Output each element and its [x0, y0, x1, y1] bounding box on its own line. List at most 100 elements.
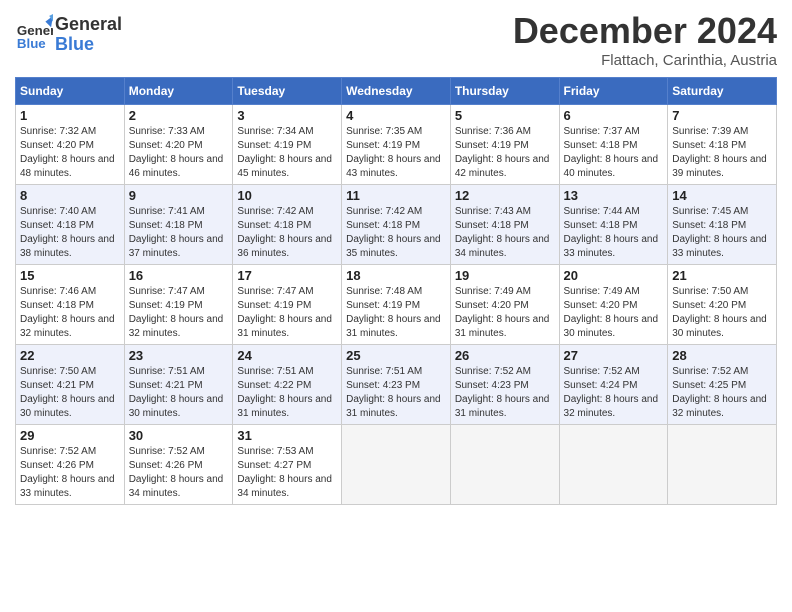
day-number: 2 — [129, 108, 229, 123]
calendar-cell: 20 Sunrise: 7:49 AMSunset: 4:20 PMDayligh… — [559, 265, 668, 345]
day-number: 22 — [20, 348, 120, 363]
calendar-cell: 2 Sunrise: 7:33 AMSunset: 4:20 PMDaylight… — [124, 105, 233, 185]
svg-text:Blue: Blue — [17, 36, 46, 51]
calendar-cell: 5 Sunrise: 7:36 AMSunset: 4:19 PMDaylight… — [450, 105, 559, 185]
month-title: December 2024 — [513, 10, 777, 52]
cell-info: Sunrise: 7:51 AMSunset: 4:21 PMDaylight:… — [129, 365, 229, 421]
calendar-cell — [559, 425, 668, 505]
calendar-week-4: 22 Sunrise: 7:50 AMSunset: 4:21 PMDayligh… — [16, 345, 777, 425]
calendar-cell: 31Sunrise: 7:53 AMSunset: 4:27 PMDayligh… — [233, 425, 342, 505]
day-number: 10 — [237, 188, 337, 203]
cell-info: Sunrise: 7:47 AMSunset: 4:19 PMDaylight:… — [237, 285, 337, 341]
calendar-week-1: 1 Sunrise: 7:32 AMSunset: 4:20 PMDaylight… — [16, 105, 777, 185]
day-number: 26 — [455, 348, 555, 363]
calendar-cell: 19Sunrise: 7:49 AMSunset: 4:20 PMDayligh… — [450, 265, 559, 345]
day-number: 23 — [129, 348, 229, 363]
calendar-cell: 10 Sunrise: 7:42 AMSunset: 4:18 PMDayligh… — [233, 185, 342, 265]
day-number: 27 — [564, 348, 664, 363]
cell-info: Sunrise: 7:45 AMSunset: 4:18 PMDaylight:… — [672, 205, 772, 261]
cell-info: Sunrise: 7:35 AMSunset: 4:19 PMDaylight:… — [346, 125, 446, 181]
day-number: 5 — [455, 108, 555, 123]
cell-info: Sunrise: 7:44 AMSunset: 4:18 PMDaylight:… — [564, 205, 664, 261]
calendar-cell: 29 Sunrise: 7:52 AMSunset: 4:26 PMDayligh… — [16, 425, 125, 505]
day-number: 8 — [20, 188, 120, 203]
header: General Blue General Blue December 2024 … — [15, 10, 777, 69]
logo-blue: Blue — [55, 35, 122, 55]
cell-info: Sunrise: 7:53 AMSunset: 4:27 PMDaylight:… — [237, 445, 337, 501]
cell-info: Sunrise: 7:40 AMSunset: 4:18 PMDaylight:… — [20, 205, 120, 261]
day-number: 21 — [672, 268, 772, 283]
cell-info: Sunrise: 7:42 AMSunset: 4:18 PMDaylight:… — [237, 205, 337, 261]
day-number: 6 — [564, 108, 664, 123]
cell-info: Sunrise: 7:34 AMSunset: 4:19 PMDaylight:… — [237, 125, 337, 181]
title-block: December 2024 Flattach, Carinthia, Austr… — [513, 10, 777, 69]
day-header-saturday: Saturday — [668, 78, 777, 105]
cell-info: Sunrise: 7:50 AMSunset: 4:20 PMDaylight:… — [672, 285, 772, 341]
cell-info: Sunrise: 7:32 AMSunset: 4:20 PMDaylight:… — [20, 125, 120, 181]
calendar-table: SundayMondayTuesdayWednesdayThursdayFrid… — [15, 77, 777, 505]
cell-info: Sunrise: 7:42 AMSunset: 4:18 PMDaylight:… — [346, 205, 446, 261]
cell-info: Sunrise: 7:52 AMSunset: 4:24 PMDaylight:… — [564, 365, 664, 421]
cell-info: Sunrise: 7:46 AMSunset: 4:18 PMDaylight:… — [20, 285, 120, 341]
cell-info: Sunrise: 7:52 AMSunset: 4:26 PMDaylight:… — [129, 445, 229, 501]
calendar-week-3: 15 Sunrise: 7:46 AMSunset: 4:18 PMDayligh… — [16, 265, 777, 345]
cell-info: Sunrise: 7:51 AMSunset: 4:22 PMDaylight:… — [237, 365, 337, 421]
calendar-cell — [450, 425, 559, 505]
calendar-cell: 23 Sunrise: 7:51 AMSunset: 4:21 PMDayligh… — [124, 345, 233, 425]
logo: General Blue General Blue — [15, 15, 122, 55]
cell-info: Sunrise: 7:49 AMSunset: 4:20 PMDaylight:… — [564, 285, 664, 341]
day-number: 15 — [20, 268, 120, 283]
cell-info: Sunrise: 7:43 AMSunset: 4:18 PMDaylight:… — [455, 205, 555, 261]
day-header-monday: Monday — [124, 78, 233, 105]
day-number: 24 — [237, 348, 337, 363]
calendar-cell: 13Sunrise: 7:44 AMSunset: 4:18 PMDayligh… — [559, 185, 668, 265]
cell-info: Sunrise: 7:33 AMSunset: 4:20 PMDaylight:… — [129, 125, 229, 181]
calendar-cell: 9 Sunrise: 7:41 AMSunset: 4:18 PMDaylight… — [124, 185, 233, 265]
cell-info: Sunrise: 7:39 AMSunset: 4:18 PMDaylight:… — [672, 125, 772, 181]
cell-info: Sunrise: 7:50 AMSunset: 4:21 PMDaylight:… — [20, 365, 120, 421]
calendar-cell: 15 Sunrise: 7:46 AMSunset: 4:18 PMDayligh… — [16, 265, 125, 345]
cell-info: Sunrise: 7:52 AMSunset: 4:26 PMDaylight:… — [20, 445, 120, 501]
cell-info: Sunrise: 7:37 AMSunset: 4:18 PMDaylight:… — [564, 125, 664, 181]
location: Flattach, Carinthia, Austria — [513, 52, 777, 69]
calendar-cell: 8 Sunrise: 7:40 AMSunset: 4:18 PMDaylight… — [16, 185, 125, 265]
day-number: 17 — [237, 268, 337, 283]
calendar-week-2: 8 Sunrise: 7:40 AMSunset: 4:18 PMDaylight… — [16, 185, 777, 265]
calendar-cell: 26Sunrise: 7:52 AMSunset: 4:23 PMDayligh… — [450, 345, 559, 425]
day-number: 4 — [346, 108, 446, 123]
calendar-cell: 24 Sunrise: 7:51 AMSunset: 4:22 PMDayligh… — [233, 345, 342, 425]
calendar-cell: 17 Sunrise: 7:47 AMSunset: 4:19 PMDayligh… — [233, 265, 342, 345]
cell-info: Sunrise: 7:52 AMSunset: 4:25 PMDaylight:… — [672, 365, 772, 421]
day-header-thursday: Thursday — [450, 78, 559, 105]
calendar-cell: 22 Sunrise: 7:50 AMSunset: 4:21 PMDayligh… — [16, 345, 125, 425]
logo-general: General — [55, 15, 122, 35]
day-number: 29 — [20, 428, 120, 443]
cell-info: Sunrise: 7:47 AMSunset: 4:19 PMDaylight:… — [129, 285, 229, 341]
day-number: 16 — [129, 268, 229, 283]
calendar-cell: 16 Sunrise: 7:47 AMSunset: 4:19 PMDayligh… — [124, 265, 233, 345]
day-number: 25 — [346, 348, 446, 363]
cell-info: Sunrise: 7:36 AMSunset: 4:19 PMDaylight:… — [455, 125, 555, 181]
calendar-cell: 14 Sunrise: 7:45 AMSunset: 4:18 PMDayligh… — [668, 185, 777, 265]
day-number: 1 — [20, 108, 120, 123]
calendar-cell: 25Sunrise: 7:51 AMSunset: 4:23 PMDayligh… — [342, 345, 451, 425]
day-number: 18 — [346, 268, 446, 283]
day-number: 9 — [129, 188, 229, 203]
calendar-cell: 7Sunrise: 7:39 AMSunset: 4:18 PMDaylight… — [668, 105, 777, 185]
calendar-cell: 18Sunrise: 7:48 AMSunset: 4:19 PMDayligh… — [342, 265, 451, 345]
day-number: 20 — [564, 268, 664, 283]
general-blue-icon: General Blue — [15, 14, 53, 52]
day-header-sunday: Sunday — [16, 78, 125, 105]
calendar-cell — [342, 425, 451, 505]
cell-info: Sunrise: 7:41 AMSunset: 4:18 PMDaylight:… — [129, 205, 229, 261]
day-number: 14 — [672, 188, 772, 203]
calendar-cell: 11Sunrise: 7:42 AMSunset: 4:18 PMDayligh… — [342, 185, 451, 265]
calendar-cell: 3Sunrise: 7:34 AMSunset: 4:19 PMDaylight… — [233, 105, 342, 185]
page: General Blue General Blue December 2024 … — [0, 0, 792, 520]
calendar-header-row: SundayMondayTuesdayWednesdayThursdayFrid… — [16, 78, 777, 105]
calendar-cell: 6 Sunrise: 7:37 AMSunset: 4:18 PMDaylight… — [559, 105, 668, 185]
cell-info: Sunrise: 7:49 AMSunset: 4:20 PMDaylight:… — [455, 285, 555, 341]
calendar-cell: 4 Sunrise: 7:35 AMSunset: 4:19 PMDaylight… — [342, 105, 451, 185]
calendar-week-5: 29 Sunrise: 7:52 AMSunset: 4:26 PMDayligh… — [16, 425, 777, 505]
calendar-cell: 1 Sunrise: 7:32 AMSunset: 4:20 PMDaylight… — [16, 105, 125, 185]
